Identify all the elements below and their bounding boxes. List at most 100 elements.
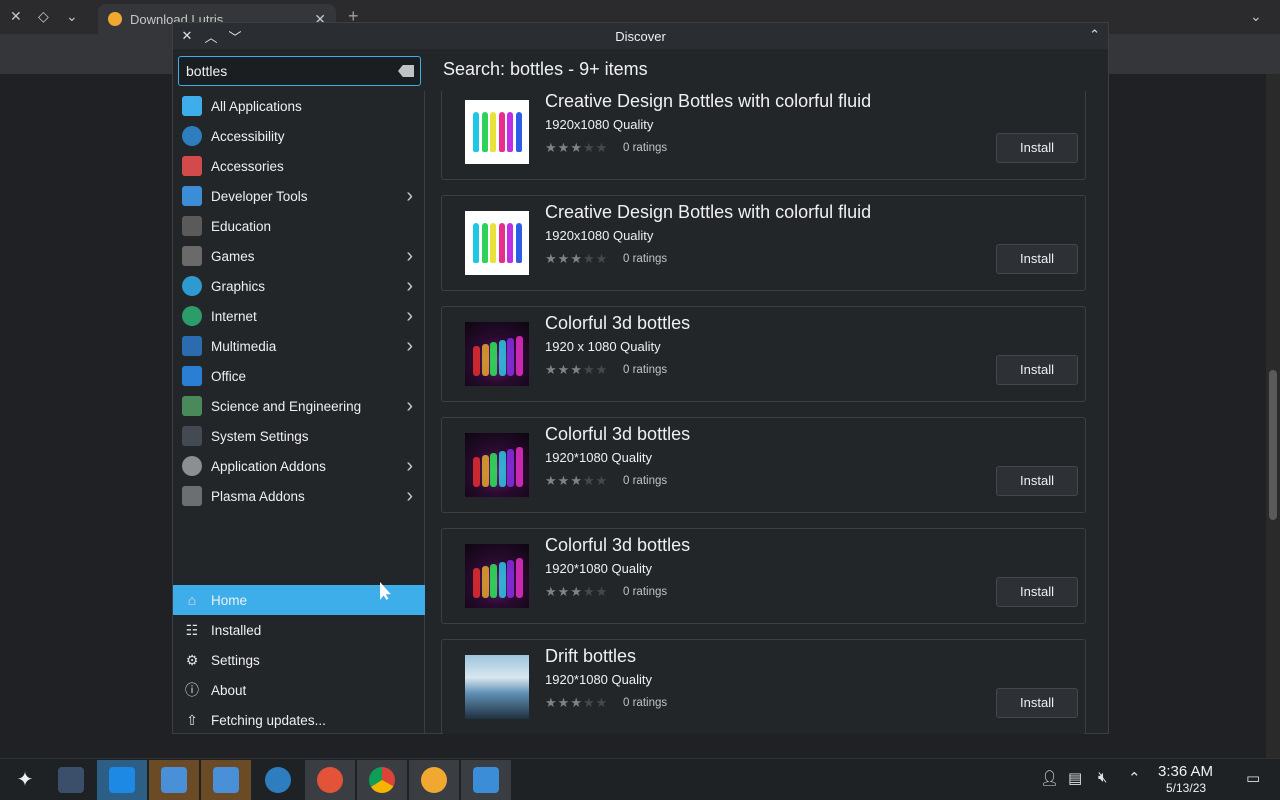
result-card[interactable]: Creative Design Bottles with colorful fl…	[441, 195, 1086, 291]
rating-stars: ★★★★★	[545, 473, 608, 489]
volume-muted-icon[interactable]: 🔇︎	[1098, 769, 1107, 786]
window-title: Discover	[615, 28, 666, 44]
category-item[interactable]: Education	[173, 211, 425, 241]
scrollbar-thumb[interactable]	[1269, 370, 1277, 520]
install-button[interactable]: Install	[996, 244, 1078, 274]
category-item[interactable]: Games ›	[173, 241, 425, 271]
star-icon: ★	[545, 473, 558, 488]
system-settings-taskbar-icon[interactable]	[253, 760, 303, 800]
star-icon: ★	[570, 251, 583, 266]
clock-time[interactable]: 3:36 AM	[1158, 763, 1213, 780]
result-card[interactable]: Colorful 3d bottles 1920 x 1080 Quality ★★…	[441, 306, 1086, 402]
result-card[interactable]: Colorful 3d bottles 1920*1080 Quality ★★★★…	[441, 417, 1086, 513]
category-item[interactable]: Developer Tools ›	[173, 181, 425, 211]
nav-item[interactable]: ⓘ About	[173, 675, 425, 705]
category-item[interactable]: Plasma Addons ›	[173, 481, 425, 511]
discover-taskbar-icon[interactable]	[97, 760, 147, 800]
window-close-icon[interactable]: ✕	[175, 28, 199, 44]
files-taskbar-icon[interactable]	[201, 760, 251, 800]
category-label: Accessibility	[211, 128, 285, 144]
category-label: Accessories	[211, 158, 284, 174]
window-titlebar[interactable]: ✕ ︿ ﹀ Discover ⌃	[173, 23, 1108, 49]
search-input[interactable]: bottles	[178, 56, 421, 86]
tray-expand-icon[interactable]: ⌃	[1128, 769, 1141, 787]
keep-above-icon[interactable]: ⌃	[1089, 27, 1100, 43]
result-title[interactable]: Colorful 3d bottles	[545, 313, 690, 334]
star-icon: ★	[582, 695, 596, 710]
lutris-taskbar-icon[interactable]	[409, 760, 459, 800]
category-item[interactable]: Accessibility	[173, 121, 425, 151]
install-button[interactable]: Install	[996, 466, 1078, 496]
rating-stars: ★★★★★	[545, 140, 608, 156]
close-icon[interactable]: ✕	[10, 8, 22, 25]
category-item[interactable]: Multimedia ›	[173, 331, 425, 361]
category-item[interactable]: Graphics ›	[173, 271, 425, 301]
diamond-icon[interactable]: ◇	[38, 8, 49, 25]
rating-stars: ★★★★★	[545, 362, 608, 378]
tab-search-icon[interactable]: ⌄	[1250, 8, 1262, 25]
install-button[interactable]: Install	[996, 577, 1078, 607]
result-card[interactable]: Creative Design Bottles with colorful fl…	[441, 91, 1086, 180]
accessibility-icon	[182, 126, 202, 146]
star-icon: ★	[570, 362, 583, 377]
science-icon	[182, 396, 202, 416]
star-icon: ★	[582, 584, 596, 599]
install-button[interactable]: Install	[996, 688, 1078, 718]
all-apps-icon	[182, 96, 202, 116]
plasma-addons-icon	[182, 486, 202, 506]
result-card[interactable]: Colorful 3d bottles 1920*1080 Quality ★★★★…	[441, 528, 1086, 624]
result-subtitle: 1920*1080 Quality	[545, 450, 652, 465]
category-item[interactable]: Internet ›	[173, 301, 425, 331]
nav-item[interactable]: ⌂ Home	[173, 585, 425, 615]
nav-item[interactable]: ⚙ Settings	[173, 645, 425, 675]
nav-label: Installed	[211, 622, 262, 638]
category-label: Games	[211, 248, 255, 264]
star-icon: ★	[570, 140, 583, 155]
nav-item[interactable]: ⇧ Fetching updates...	[173, 705, 425, 735]
user-icon[interactable]: 👤︎	[1040, 769, 1059, 787]
category-item[interactable]: All Applications	[173, 91, 425, 121]
clear-search-icon[interactable]	[398, 65, 414, 77]
category-item[interactable]: Science and Engineering ›	[173, 391, 425, 421]
category-item[interactable]: System Settings	[173, 421, 425, 451]
result-card[interactable]: Drift bottles 1920*1080 Quality ★★★★★ 0 rat…	[441, 639, 1086, 734]
firefox-taskbar-icon[interactable]	[305, 760, 355, 800]
category-label: All Applications	[211, 98, 302, 114]
chevron-right-icon: ›	[406, 484, 413, 507]
app-launcher-icon[interactable]: ✦	[0, 760, 50, 800]
result-subtitle: 1920x1080 Quality	[545, 228, 654, 243]
result-title[interactable]: Creative Design Bottles with colorful fl…	[545, 202, 871, 223]
result-title[interactable]: Creative Design Bottles with colorful fl…	[545, 91, 871, 112]
star-icon: ★	[595, 140, 609, 155]
star-icon: ★	[595, 584, 609, 599]
folder-taskbar-icon[interactable]	[461, 760, 511, 800]
chevron-down-icon[interactable]: ⌄	[66, 8, 78, 25]
result-title[interactable]: Drift bottles	[545, 646, 636, 667]
result-title[interactable]: Colorful 3d bottles	[545, 424, 690, 445]
results-list[interactable]: Creative Design Bottles with colorful fl…	[426, 91, 1108, 734]
page-scrollbar[interactable]	[1266, 74, 1280, 758]
install-button[interactable]: Install	[996, 133, 1078, 163]
settings-sliders-icon[interactable]	[46, 760, 96, 800]
category-item[interactable]: Accessories	[173, 151, 425, 181]
taskbar: ✦ 👤︎ ▤ 🔇︎ ⌃ 3:36 AM 5/13/23 ▭	[0, 758, 1280, 800]
nav-item[interactable]: ☷ Installed	[173, 615, 425, 645]
install-button[interactable]: Install	[996, 355, 1078, 385]
result-thumbnail	[465, 211, 529, 275]
category-item[interactable]: Application Addons ›	[173, 451, 425, 481]
dolphin-taskbar-icon[interactable]	[149, 760, 199, 800]
star-icon: ★	[570, 473, 583, 488]
star-icon: ★	[582, 251, 596, 266]
show-desktop-icon[interactable]: ▭	[1246, 769, 1260, 787]
result-title[interactable]: Colorful 3d bottles	[545, 535, 690, 556]
star-icon: ★	[595, 473, 609, 488]
window-maximize-icon[interactable]: ︿	[199, 27, 223, 46]
clock-date[interactable]: 5/13/23	[1166, 781, 1206, 795]
clipboard-icon[interactable]: ▤	[1068, 769, 1082, 787]
rating-stars: ★★★★★	[545, 251, 608, 267]
home-icon: ⌂	[187, 592, 197, 608]
window-minimize-icon[interactable]: ﹀	[223, 27, 247, 46]
category-item[interactable]: Office	[173, 361, 425, 391]
page-title: Search: bottles - 9+ items	[443, 59, 648, 79]
chrome-taskbar-icon[interactable]	[357, 760, 407, 800]
